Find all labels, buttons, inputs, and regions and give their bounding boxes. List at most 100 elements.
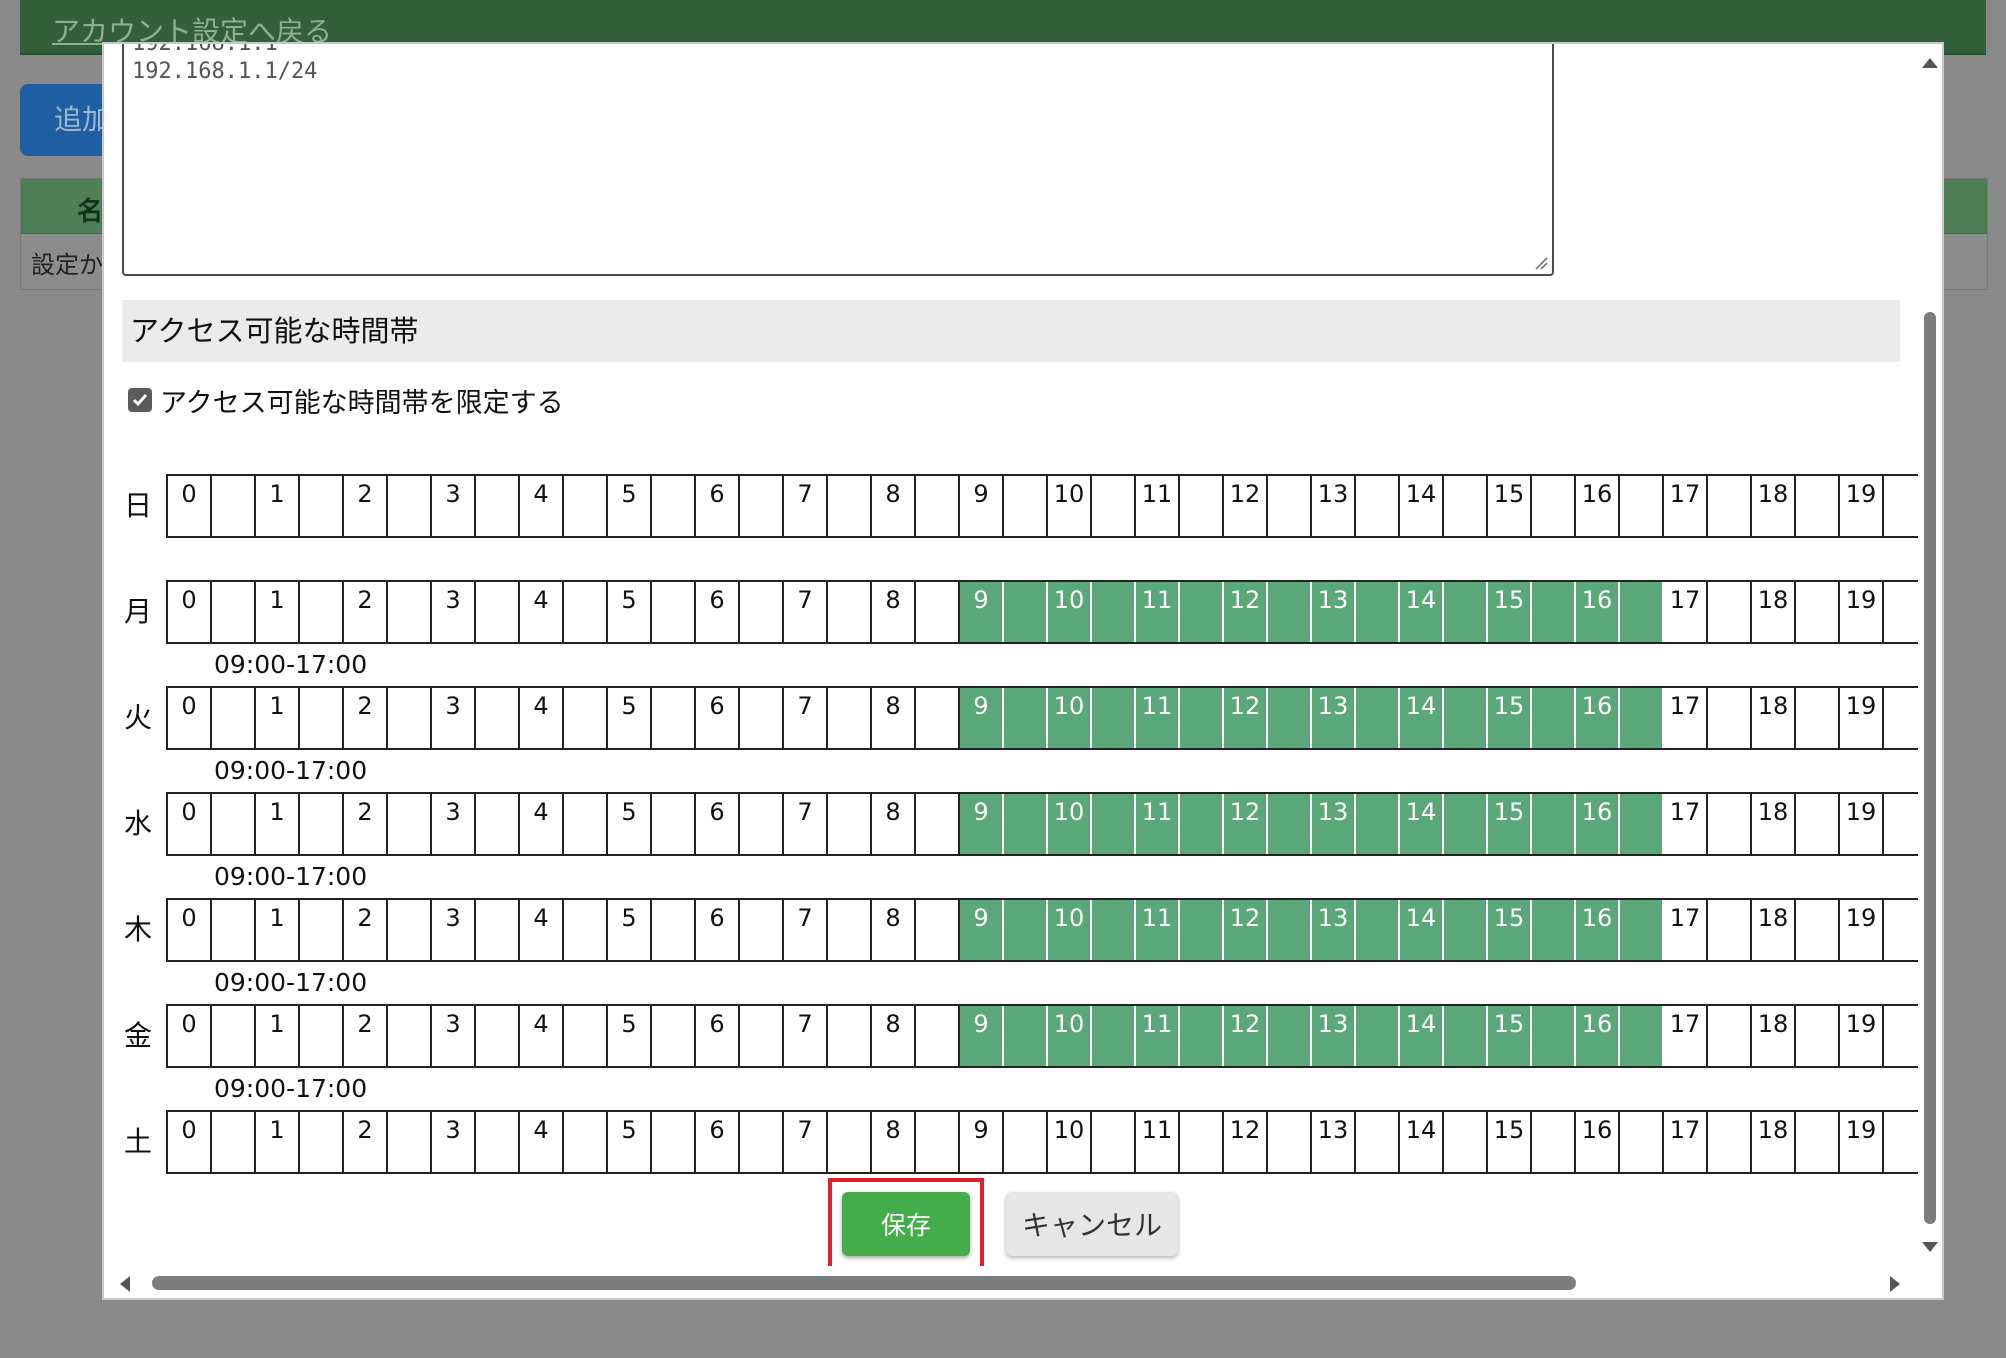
time-slot[interactable]: 8 xyxy=(872,794,916,854)
time-slot[interactable] xyxy=(388,1006,432,1066)
time-slot[interactable]: 16 xyxy=(1576,900,1620,960)
time-slot[interactable]: 0 xyxy=(168,900,212,960)
time-slot[interactable]: 11 xyxy=(1136,476,1180,536)
time-slot[interactable] xyxy=(916,1006,960,1066)
time-slot[interactable] xyxy=(1884,794,1922,854)
time-slot[interactable] xyxy=(828,476,872,536)
time-slot[interactable]: 0 xyxy=(168,1112,212,1172)
time-slot[interactable]: 7 xyxy=(784,794,828,854)
time-slot[interactable]: 7 xyxy=(784,1006,828,1066)
time-slot[interactable]: 9 xyxy=(960,1006,1004,1066)
time-slot[interactable]: 17 xyxy=(1664,688,1708,748)
time-slot[interactable] xyxy=(1444,1112,1488,1172)
time-slot[interactable] xyxy=(1620,1006,1664,1066)
time-slot[interactable] xyxy=(564,688,608,748)
time-slot[interactable] xyxy=(740,688,784,748)
time-slot[interactable] xyxy=(388,1112,432,1172)
time-slot[interactable] xyxy=(1444,794,1488,854)
time-slot[interactable] xyxy=(1180,1006,1224,1066)
time-slot[interactable] xyxy=(1532,688,1576,748)
scroll-right-icon[interactable] xyxy=(1890,1276,1900,1292)
time-slot[interactable]: 14 xyxy=(1400,1112,1444,1172)
limit-time-checkbox[interactable] xyxy=(128,388,152,412)
time-slot[interactable]: 15 xyxy=(1488,900,1532,960)
time-slot[interactable]: 2 xyxy=(344,794,388,854)
time-slot[interactable] xyxy=(1884,688,1922,748)
time-slot[interactable]: 5 xyxy=(608,1006,652,1066)
time-slot[interactable] xyxy=(1356,1006,1400,1066)
time-slot[interactable]: 6 xyxy=(696,794,740,854)
time-slot[interactable] xyxy=(564,476,608,536)
time-slot[interactable]: 16 xyxy=(1576,476,1620,536)
time-slot[interactable] xyxy=(212,476,256,536)
time-slot[interactable]: 9 xyxy=(960,476,1004,536)
time-slot[interactable] xyxy=(1356,476,1400,536)
time-slot[interactable]: 3 xyxy=(432,794,476,854)
time-slot[interactable] xyxy=(300,688,344,748)
time-slot[interactable] xyxy=(1180,1112,1224,1172)
limit-time-option[interactable]: アクセス可能な時間帯を限定する xyxy=(128,380,564,420)
time-slot[interactable] xyxy=(476,1006,520,1066)
time-slot[interactable]: 1 xyxy=(256,582,300,642)
time-slot[interactable]: 17 xyxy=(1664,1112,1708,1172)
time-slot[interactable] xyxy=(1796,1112,1840,1172)
time-slot[interactable]: 7 xyxy=(784,1112,828,1172)
time-slot[interactable] xyxy=(828,688,872,748)
time-slot[interactable] xyxy=(1532,900,1576,960)
time-slot[interactable]: 4 xyxy=(520,794,564,854)
time-slot[interactable] xyxy=(1092,1112,1136,1172)
scroll-up-icon[interactable] xyxy=(1922,58,1938,68)
time-slot[interactable] xyxy=(916,900,960,960)
time-slot[interactable]: 3 xyxy=(432,476,476,536)
time-slot[interactable] xyxy=(1708,794,1752,854)
time-slot[interactable] xyxy=(388,582,432,642)
time-slot[interactable]: 11 xyxy=(1136,1006,1180,1066)
time-slot[interactable]: 12 xyxy=(1224,794,1268,854)
resize-grip-icon[interactable] xyxy=(1534,256,1548,270)
time-slot[interactable]: 18 xyxy=(1752,1006,1796,1066)
vertical-scroll-thumb[interactable] xyxy=(1924,312,1936,1224)
time-slot[interactable] xyxy=(740,900,784,960)
time-slot[interactable] xyxy=(1268,688,1312,748)
time-slot[interactable] xyxy=(1620,688,1664,748)
time-slot[interactable] xyxy=(916,1112,960,1172)
time-slot[interactable] xyxy=(828,1006,872,1066)
time-slot[interactable]: 2 xyxy=(344,582,388,642)
time-slot[interactable] xyxy=(564,582,608,642)
time-slot[interactable]: 3 xyxy=(432,1112,476,1172)
time-slot[interactable] xyxy=(1180,794,1224,854)
time-slot[interactable] xyxy=(212,1112,256,1172)
time-slot[interactable]: 16 xyxy=(1576,582,1620,642)
time-slot[interactable]: 3 xyxy=(432,1006,476,1066)
time-slot[interactable]: 8 xyxy=(872,688,916,748)
time-slot[interactable]: 19 xyxy=(1840,476,1884,536)
time-slot[interactable] xyxy=(476,476,520,536)
time-slot[interactable] xyxy=(476,688,520,748)
time-slot[interactable]: 9 xyxy=(960,1112,1004,1172)
time-slot[interactable] xyxy=(1444,1006,1488,1066)
time-slot[interactable]: 16 xyxy=(1576,688,1620,748)
time-slot[interactable]: 14 xyxy=(1400,900,1444,960)
time-slot[interactable]: 18 xyxy=(1752,476,1796,536)
time-slot[interactable] xyxy=(1532,476,1576,536)
time-slot[interactable] xyxy=(1356,582,1400,642)
time-slot[interactable] xyxy=(1884,582,1922,642)
time-slot[interactable] xyxy=(1092,582,1136,642)
time-slot[interactable]: 4 xyxy=(520,582,564,642)
time-slot[interactable]: 6 xyxy=(696,1112,740,1172)
time-slot[interactable]: 4 xyxy=(520,900,564,960)
time-slot[interactable] xyxy=(1092,688,1136,748)
vertical-scrollbar[interactable] xyxy=(1918,44,1942,1266)
time-slot[interactable] xyxy=(1004,1112,1048,1172)
time-slot[interactable]: 10 xyxy=(1048,688,1092,748)
time-slot[interactable] xyxy=(652,900,696,960)
time-slot[interactable]: 16 xyxy=(1576,1006,1620,1066)
time-slot[interactable] xyxy=(652,688,696,748)
time-slot[interactable] xyxy=(564,1006,608,1066)
time-slot[interactable]: 1 xyxy=(256,1112,300,1172)
time-slot[interactable] xyxy=(300,1006,344,1066)
time-slot[interactable] xyxy=(652,582,696,642)
time-slot[interactable] xyxy=(916,476,960,536)
time-slot[interactable] xyxy=(1180,688,1224,748)
time-slot[interactable] xyxy=(212,688,256,748)
